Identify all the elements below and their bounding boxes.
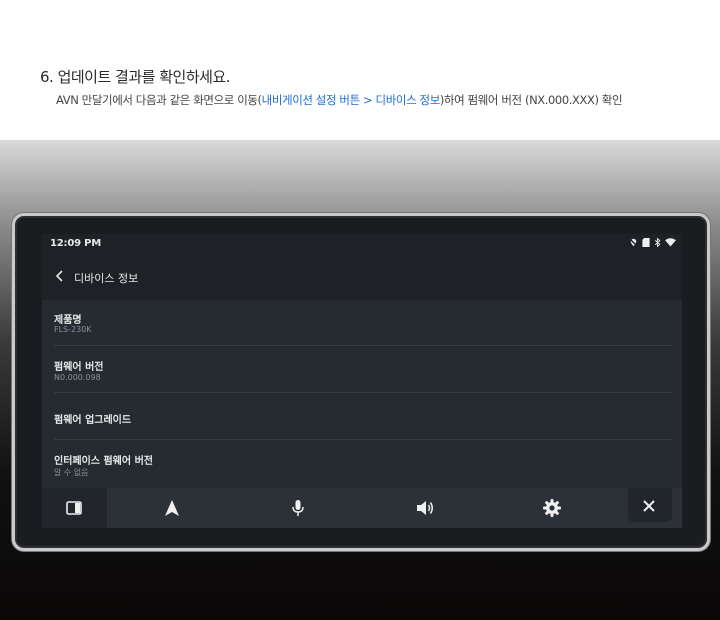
step-desc-prefix: AVN 만달기에서 다음과 같은 화면으로 이동( (56, 93, 262, 107)
split-screen-icon[interactable] (64, 498, 84, 518)
navigation-icon[interactable] (162, 498, 182, 518)
status-icons (629, 238, 676, 247)
wifi-icon (665, 238, 676, 247)
back-arrow-icon[interactable] (50, 266, 70, 286)
list-item-label: 펌웨어 버전 (54, 362, 104, 373)
instruction-panel: 6. 업데이트 결과를 확인하세요. AVN 만달기에서 다음과 같은 화면으로… (0, 0, 720, 140)
bluetooth-icon (654, 238, 661, 247)
location-off-icon (629, 238, 638, 247)
microphone-icon[interactable] (288, 498, 308, 518)
list-item-value: N0.000.098 (54, 373, 101, 382)
bottom-nav-bar (42, 488, 682, 528)
status-bar: 12:09 PM (42, 234, 682, 254)
device-info-list: 제품명 FLS-230K 펌웨어 버전 N0.000.098 펌웨어 업그레이드… (42, 300, 682, 488)
page-title: 디바이스 정보 (74, 272, 139, 285)
list-item-firmware-upgrade[interactable]: 펌웨어 업그레이드 (54, 394, 672, 440)
volume-icon[interactable] (415, 498, 435, 518)
list-item-label: 제품명 (54, 315, 82, 326)
settings-icon[interactable] (542, 498, 562, 518)
avn-screen: 12:09 PM 디바이스 정보 제품명 FLS-230K 펌웨어 버전 N0.… (42, 234, 682, 528)
list-item-label: 인터페이스 펌웨어 버전 (54, 456, 153, 467)
close-icon[interactable] (639, 496, 659, 516)
list-item-value: 알 수 없음 (54, 468, 89, 477)
step-description: AVN 만달기에서 다음과 같은 화면으로 이동(내비게이션 설정 버튼 > 디… (56, 92, 623, 108)
list-item-firmware-version[interactable]: 펌웨어 버전 N0.000.098 (54, 347, 672, 393)
list-item-label: 펌웨어 업그레이드 (54, 415, 132, 426)
status-time: 12:09 PM (50, 238, 101, 249)
list-item-value: FLS-230K (54, 325, 92, 334)
step-desc-path: 내비게이션 설정 버튼 > 디바이스 정보 (261, 93, 441, 107)
step-title: 6. 업데이트 결과를 확인하세요. (40, 68, 231, 86)
sim-icon (642, 238, 650, 247)
app-bar: 디바이스 정보 (42, 262, 682, 292)
step-desc-suffix: )하여 펌웨어 버전 (NX.000.XXX) 확인 (439, 93, 623, 107)
list-item-product-name[interactable]: 제품명 FLS-230K (54, 300, 672, 346)
list-item-interface-firmware[interactable]: 인터페이스 펌웨어 버전 알 수 없음 (54, 441, 672, 487)
